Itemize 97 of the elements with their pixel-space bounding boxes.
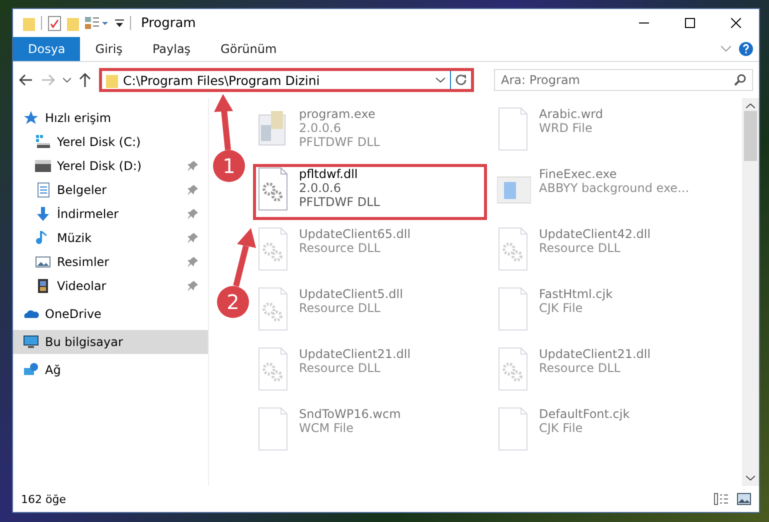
- file-detail: Resource DLL: [299, 301, 382, 315]
- drive-icon: [35, 158, 51, 174]
- file-name: pfltdwf.dll: [299, 167, 359, 181]
- ribbon-tab[interactable]: Görünüm: [206, 37, 292, 61]
- star-icon: [23, 110, 39, 126]
- minimize-icon: [639, 22, 649, 24]
- video-icon: [35, 278, 51, 294]
- docs-icon: [35, 182, 51, 198]
- pin-icon[interactable]: [188, 233, 198, 243]
- sidebar-item[interactable]: Videolar: [13, 274, 208, 298]
- sidebar-item[interactable]: Hızlı erişim: [13, 106, 208, 130]
- file-item[interactable]: FastHtml.cjk CJK File: [493, 284, 727, 340]
- file-name: Arabic.wrd: [539, 107, 604, 121]
- file-name: UpdateClient21.dll: [539, 347, 651, 361]
- step-number-marker: 1: [213, 150, 245, 182]
- file-name: program.exe: [299, 107, 376, 121]
- file-item[interactable]: FineExec.exe ABBYY background exe...: [493, 164, 727, 220]
- file-detail: Resource DLL: [539, 361, 622, 375]
- file-detail: PFLTDWF DLL: [299, 195, 380, 209]
- file-detail: CJK File: [539, 421, 584, 435]
- ribbon-tab[interactable]: Paylaş: [137, 37, 206, 61]
- file-detail: CJK File: [539, 301, 584, 315]
- properties-icon[interactable]: [48, 16, 61, 30]
- refresh-icon: [455, 74, 467, 86]
- file-name: UpdateClient65.dll: [299, 227, 411, 241]
- item-count: 162 öğe: [21, 492, 66, 506]
- file-detail: Resource DLL: [299, 241, 382, 255]
- recent-locations-button[interactable]: [63, 77, 71, 83]
- maximize-icon: [685, 18, 695, 28]
- file-detail: Resource DLL: [299, 361, 382, 375]
- sidebar-item[interactable]: İndirmeler: [13, 202, 208, 226]
- scroll-down-icon[interactable]: [746, 475, 755, 481]
- scrollbar[interactable]: [742, 98, 759, 486]
- file-name: UpdateClient21.dll: [299, 347, 411, 361]
- up-button[interactable]: [79, 73, 91, 87]
- file-detail: 2.0.0.6: [299, 121, 342, 135]
- file-item[interactable]: UpdateClient42.dll Resource DLL: [493, 224, 727, 280]
- address-bar[interactable]: C:\Program Files\Program Dizini: [99, 68, 474, 92]
- sidebar-item[interactable]: Yerel Disk (D:): [13, 154, 208, 178]
- file-detail: ABBYY background exe...: [539, 181, 690, 195]
- file-name: FineExec.exe: [539, 167, 618, 181]
- search-icon: [734, 74, 746, 86]
- file-name: DefaultFont.cjk: [539, 407, 630, 421]
- pin-icon[interactable]: [188, 209, 198, 219]
- scroll-thumb[interactable]: [744, 111, 757, 161]
- folder-icon: [106, 72, 118, 88]
- sidebar-item[interactable]: Bu bilgisayar: [13, 330, 208, 354]
- file-detail: PFLTDWF DLL: [299, 135, 380, 149]
- pin-icon[interactable]: [188, 161, 198, 171]
- file-item[interactable]: SndToWP16.wcm WCM File: [253, 404, 487, 460]
- file-name: SndToWP16.wcm: [299, 407, 401, 421]
- computer-icon: [23, 334, 39, 350]
- file-name: FastHtml.cjk: [539, 287, 613, 301]
- file-item[interactable]: UpdateClient21.dll Resource DLL: [493, 344, 727, 400]
- large-icons-view-icon[interactable]: [737, 493, 751, 505]
- ribbon-tab[interactable]: Dosya: [13, 37, 80, 61]
- back-button[interactable]: [19, 74, 33, 86]
- file-name: UpdateClient5.dll: [299, 287, 403, 301]
- file-item[interactable]: UpdateClient65.dll Resource DLL: [253, 224, 487, 280]
- help-icon[interactable]: [739, 42, 753, 56]
- pictures-icon: [35, 254, 51, 270]
- pin-icon[interactable]: [188, 257, 198, 267]
- file-item[interactable]: DefaultFont.cjk CJK File: [493, 404, 727, 460]
- step-number-marker: 2: [217, 286, 249, 318]
- file-detail: Resource DLL: [539, 241, 622, 255]
- ribbon-tab[interactable]: Giriş: [80, 37, 138, 61]
- file-name: UpdateClient42.dll: [539, 227, 651, 241]
- sidebar-item[interactable]: Belgeler: [13, 178, 208, 202]
- sidebar-item[interactable]: Yerel Disk (C:): [13, 130, 208, 154]
- expand-ribbon-icon[interactable]: [721, 46, 731, 52]
- download-icon: [35, 206, 51, 222]
- file-detail: 2.0.0.6: [299, 181, 342, 195]
- pin-icon[interactable]: [188, 185, 198, 195]
- details-view-icon[interactable]: [714, 493, 729, 505]
- scroll-up-icon[interactable]: [746, 103, 755, 109]
- file-item[interactable]: Arabic.wrd WRD File: [493, 104, 727, 160]
- network-icon: [23, 362, 39, 378]
- window-title: Program: [141, 16, 196, 30]
- view-dropdown-icon[interactable]: [85, 16, 109, 30]
- file-detail: WRD File: [539, 121, 594, 135]
- file-item[interactable]: UpdateClient5.dll Resource DLL: [253, 284, 487, 340]
- annotation-arrow: [233, 228, 256, 287]
- sidebar-item[interactable]: Ağ: [13, 358, 208, 382]
- search-field[interactable]: Ara: Program: [494, 69, 753, 91]
- dropdown-caret-icon[interactable]: [436, 77, 445, 83]
- close-icon: [731, 18, 741, 28]
- file-item[interactable]: pfltdwf.dll 2.0.0.6 PFLTDWF DLL: [253, 164, 487, 220]
- file-item[interactable]: program.exe 2.0.0.6 PFLTDWF DLL: [253, 104, 487, 160]
- file-detail: WCM File: [299, 421, 354, 435]
- customize-caret-icon[interactable]: [115, 18, 124, 28]
- annotation-arrow: [214, 94, 233, 150]
- pin-icon[interactable]: [188, 281, 198, 291]
- sidebar-item[interactable]: Müzik: [13, 226, 208, 250]
- file-item[interactable]: UpdateClient21.dll Resource DLL: [253, 344, 487, 400]
- drive-win-icon: [35, 134, 51, 150]
- sidebar-item[interactable]: Resimler: [13, 250, 208, 274]
- sidebar-item[interactable]: OneDrive: [13, 302, 208, 326]
